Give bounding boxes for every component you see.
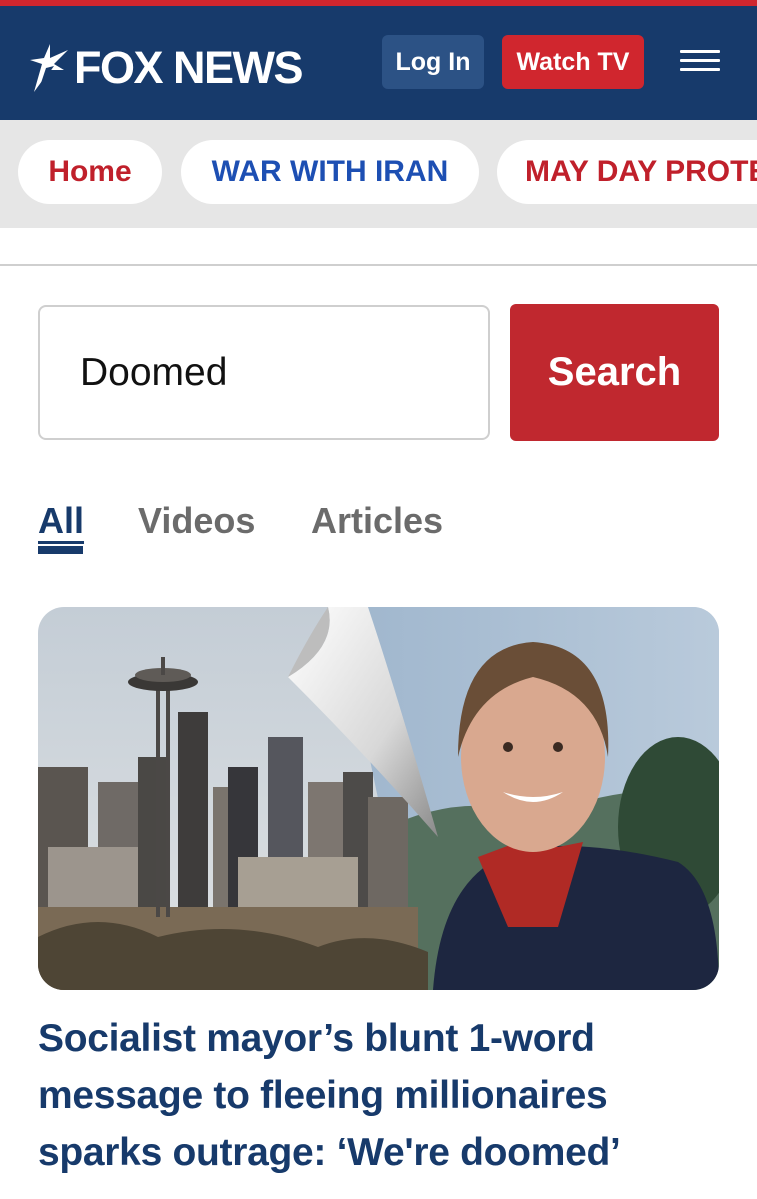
nav-pill-home[interactable]: Home (18, 140, 162, 204)
tab-all[interactable]: All (38, 500, 84, 542)
article-thumbnail-image[interactable] (38, 607, 719, 990)
topic-nav-bar: Home WAR WITH IRAN MAY DAY PROTESTS (0, 120, 757, 228)
nav-pill-may-day-protests[interactable]: MAY DAY PROTESTS (497, 140, 757, 204)
nav-pill-war-with-iran[interactable]: WAR WITH IRAN (181, 140, 479, 204)
tab-videos[interactable]: Videos (138, 500, 255, 542)
login-button[interactable]: Log In (382, 35, 484, 89)
watch-tv-button[interactable]: Watch TV (502, 35, 644, 89)
site-header: FOX NEWS Log In Watch TV (0, 6, 757, 120)
active-tab-indicator (38, 546, 83, 554)
fox-news-logo[interactable]: FOX NEWS (28, 40, 304, 96)
section-divider (0, 264, 757, 266)
fox-logo-mark-icon (30, 44, 68, 92)
tab-articles[interactable]: Articles (311, 500, 443, 542)
article-headline-link[interactable]: Socialist mayor’s blunt 1-word message t… (38, 1010, 728, 1181)
hamburger-menu-icon[interactable] (680, 50, 720, 74)
search-input[interactable] (38, 305, 490, 440)
search-button[interactable]: Search (510, 304, 719, 441)
logo-text: FOX NEWS (74, 42, 304, 93)
